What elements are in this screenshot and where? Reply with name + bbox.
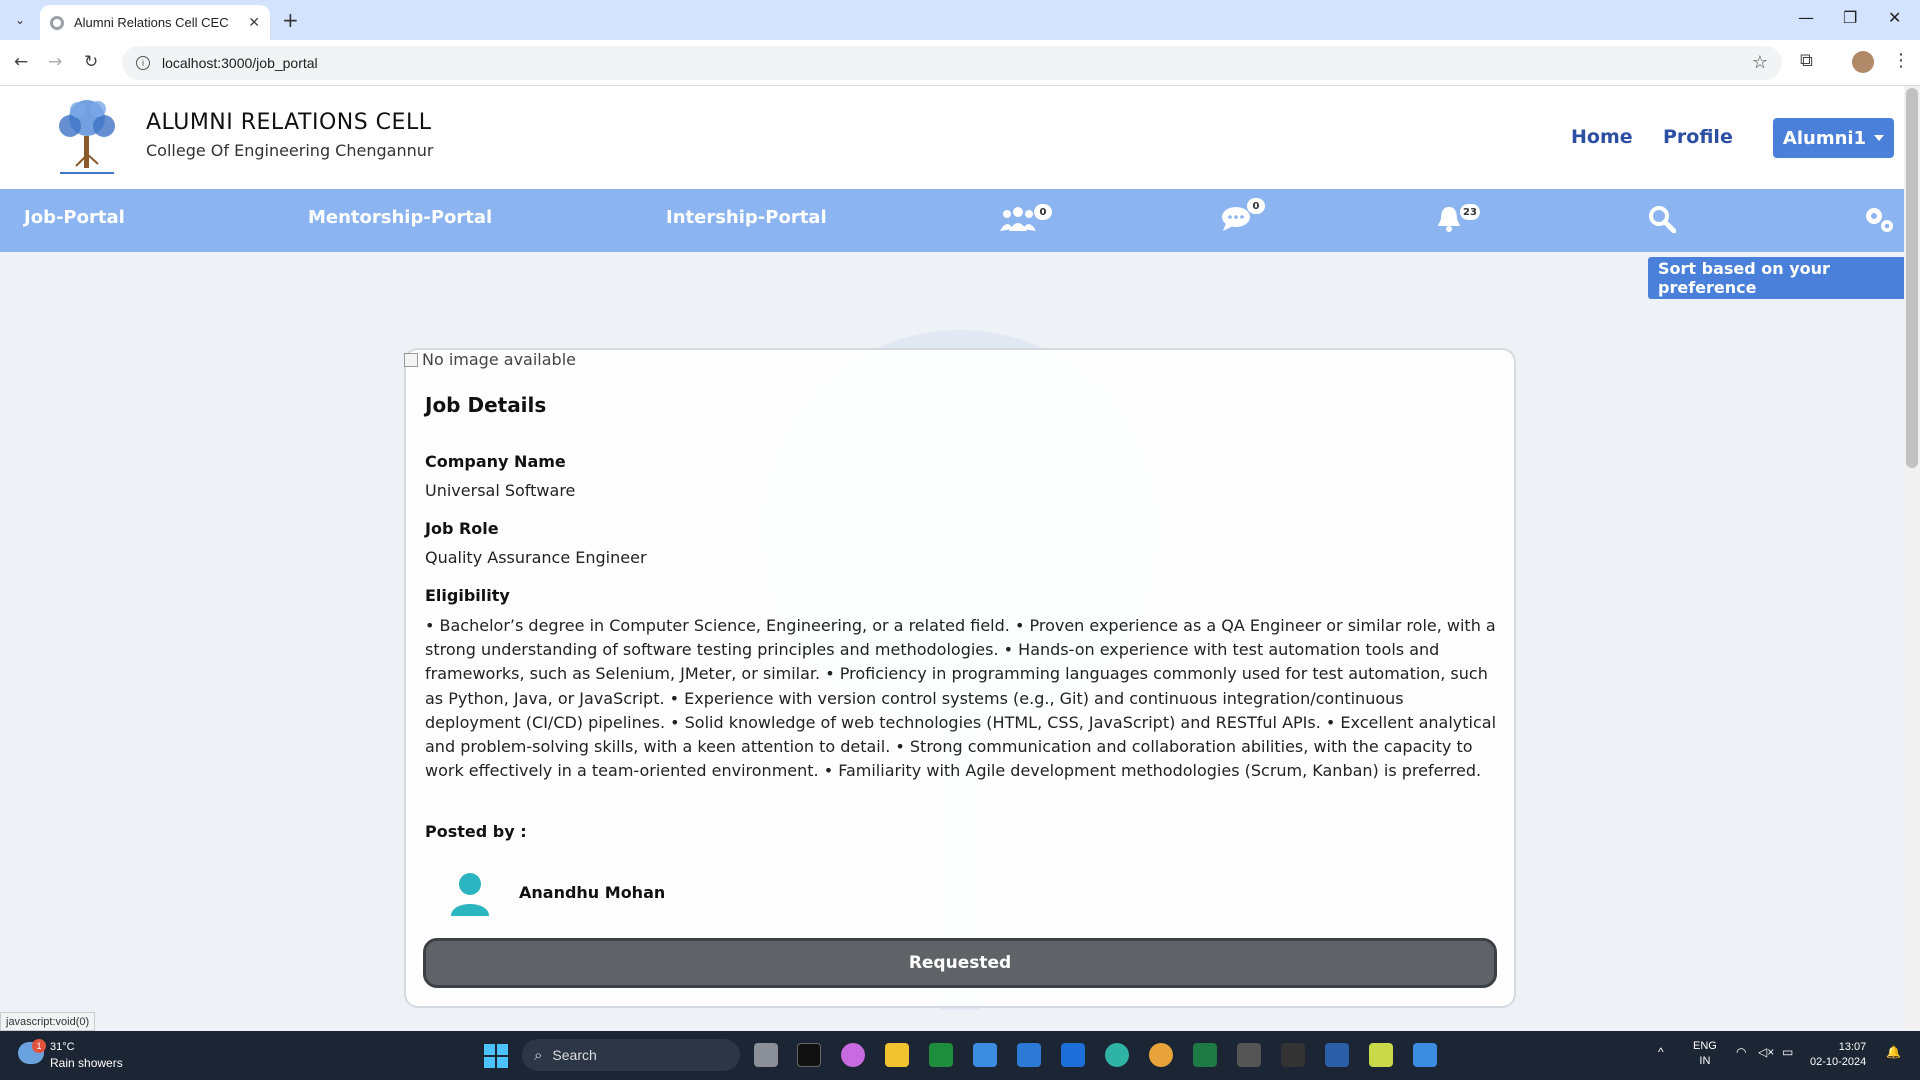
caret-down-icon [1874,135,1885,141]
task-view-icon[interactable] [754,1043,778,1067]
job-role-label: Job Role [425,519,499,538]
tab-title: Alumni Relations Cell CEC [74,15,229,30]
messages-icon[interactable] [1221,205,1251,240]
clock-time: 13:07 [1838,1041,1867,1053]
browser-tab[interactable]: Alumni Relations Cell CEC ✕ [40,5,270,40]
company-name-label: Company Name [425,452,566,471]
bookmark-star-icon[interactable]: ☆ [1752,52,1768,73]
tree-logo-icon [59,100,115,174]
window-close-icon[interactable]: ✕ [1888,8,1901,27]
profile-link[interactable]: Profile [1663,126,1733,148]
nav-internship-portal[interactable]: Intership-Portal [666,207,827,228]
pycharm-icon[interactable] [1369,1043,1393,1067]
broken-image-icon [404,352,418,367]
taskbar-search-icon: ⌕ [534,1046,543,1064]
remote-app-icon[interactable] [1325,1043,1349,1067]
notepad-icon[interactable] [1413,1043,1437,1067]
tray-chevron-icon[interactable]: ^ [1658,1045,1664,1059]
excel-icon[interactable] [1193,1043,1217,1067]
eligibility-text: • Bachelor’s degree in Computer Science,… [425,616,1497,781]
copilot-icon[interactable] [841,1043,865,1067]
browser-profile-avatar[interactable] [1852,51,1874,73]
sheets-app-icon[interactable] [929,1043,953,1067]
settings-app-icon[interactable] [1237,1043,1261,1067]
url-text[interactable]: localhost:3000/job_portal [162,55,318,71]
tab-search-chevron-icon[interactable]: ⌄ [8,8,32,32]
minimize-icon[interactable]: — [1798,8,1814,27]
system-clock[interactable]: 13:07 02-10-2024 [1810,1040,1866,1070]
eligibility-label: Eligibility [425,586,510,605]
company-name-value: Universal Software [425,481,576,500]
tab-close-icon[interactable]: ✕ [248,15,260,31]
sort-preference-button[interactable]: Sort based on your preference [1648,257,1920,299]
browser-toolbar: ← → ↻ i localhost:3000/job_portal ☆ [0,40,1920,86]
connections-icon[interactable] [1000,205,1036,240]
back-icon[interactable]: ← [14,52,28,72]
restore-icon[interactable]: ❐ [1843,8,1857,27]
notifications-bell-icon[interactable] [1436,205,1462,240]
notifications-count-badge: 23 [1460,204,1480,220]
region-code: IN [1699,1055,1711,1067]
battery-icon[interactable]: ▭ [1782,1045,1793,1059]
poster-name[interactable]: Anandhu Mohan [519,883,665,902]
chrome-icon[interactable] [1149,1043,1173,1067]
scrollbar-thumb[interactable] [1906,88,1918,468]
site-title: ALUMNI RELATIONS CELL [146,110,432,135]
messages-count-badge: 0 [1247,198,1265,214]
company-image: No image available [404,350,576,369]
extensions-icon[interactable]: ⧉ [1800,50,1813,71]
browser-tab-strip: ⌄ Alumni Relations Cell CEC ✕ + — ❐ ✕ [0,0,1920,40]
forward-icon[interactable]: → [48,52,62,72]
requested-button[interactable]: Requested [423,938,1497,988]
edge-icon[interactable] [1105,1043,1129,1067]
terminal-icon[interactable] [797,1043,821,1067]
user-menu-label: Alumni1 [1782,127,1867,149]
portal-navbar: Job-Portal Mentorship-Portal Intership-P… [0,189,1904,252]
settings-gears-icon[interactable] [1862,205,1896,242]
new-tab-icon[interactable]: + [282,8,299,32]
reload-icon[interactable]: ↻ [84,52,98,72]
notification-center-icon[interactable]: 🔔 [1886,1045,1901,1059]
home-link[interactable]: Home [1571,126,1633,148]
user-avatar-icon [451,873,489,916]
language-indicator[interactable]: ENG IN [1693,1039,1717,1069]
vscode-icon[interactable] [1017,1043,1041,1067]
weather-temperature[interactable]: 31°C [50,1041,75,1053]
browser-menu-icon[interactable]: ⋮ [1892,50,1910,71]
file-explorer-icon[interactable] [885,1043,909,1067]
clock-date: 02-10-2024 [1810,1056,1867,1068]
weather-description[interactable]: Rain showers [50,1056,123,1070]
taskbar-search-label: Search [552,1047,597,1063]
language-code: ENG [1693,1040,1717,1052]
app-icon[interactable] [1281,1043,1305,1067]
windows-taskbar: 1 31°C Rain showers ⌕ Search ^ ENG IN ◠ … [0,1031,1920,1080]
connections-count-badge: 0 [1034,204,1052,220]
volume-muted-icon[interactable]: ◁× [1758,1045,1774,1059]
posted-by-label: Posted by : [425,822,527,841]
tab-favicon-icon [50,15,64,30]
nav-job-portal[interactable]: Job-Portal [24,207,125,228]
mail-icon[interactable] [973,1043,997,1067]
site-header: ALUMNI RELATIONS CELL College Of Enginee… [0,86,1904,189]
site-subtitle: College Of Engineering Chengannur [146,141,434,160]
address-bar[interactable]: i localhost:3000/job_portal ☆ [122,46,1782,80]
wifi-icon[interactable]: ◠ [1736,1045,1746,1059]
site-info-icon[interactable]: i [136,56,150,70]
taskbar-search[interactable]: ⌕ Search [522,1039,740,1071]
job-details-heading: Job Details [425,393,547,417]
status-bar-link: javascript:void(0) [0,1012,96,1031]
image-alt-text: No image available [422,350,576,369]
windows-start-icon[interactable] [484,1044,508,1068]
store-icon[interactable] [1061,1043,1085,1067]
nav-mentorship-portal[interactable]: Mentorship-Portal [308,207,492,228]
job-role-value: Quality Assurance Engineer [425,548,647,567]
user-menu-button[interactable]: Alumni1 [1773,118,1894,158]
search-icon[interactable] [1648,205,1677,240]
weather-alert-badge: 1 [32,1039,46,1053]
